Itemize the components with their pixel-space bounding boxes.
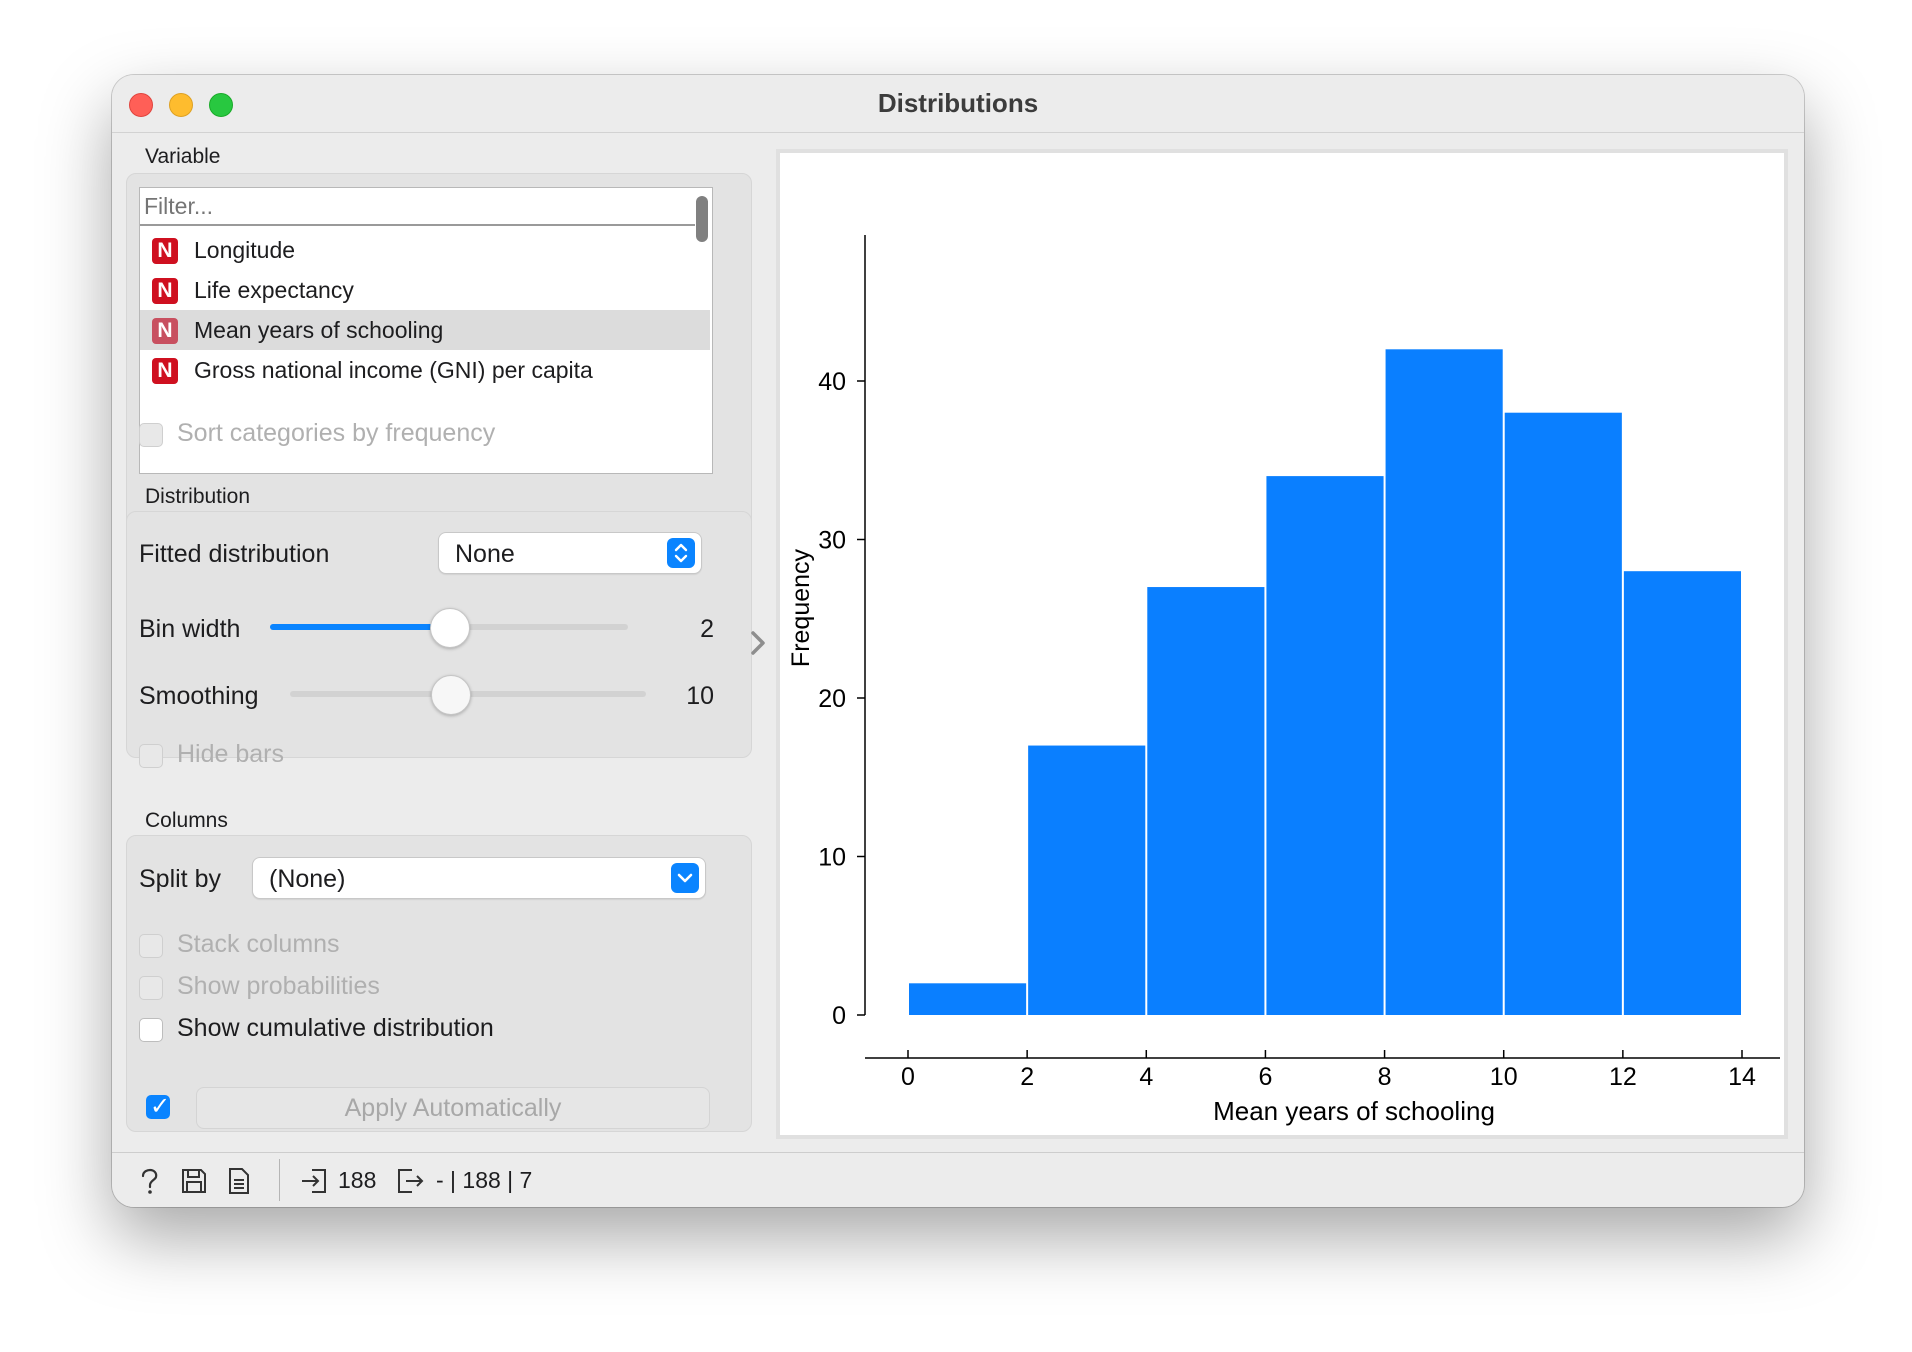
distribution-group-label: Distribution	[145, 485, 251, 508]
show-cumulative-label: Show cumulative distribution	[177, 1014, 494, 1042]
x-tick-label: 6	[1258, 1063, 1272, 1091]
x-tick-label: 10	[1490, 1063, 1518, 1091]
list-item-life-expectancy[interactable]: N Life expectancy	[140, 270, 710, 310]
y-tick-label: 20	[818, 685, 846, 713]
list-item-gni-per-capita[interactable]: N Gross national income (GNI) per capita	[140, 350, 710, 390]
hide-bars-checkbox[interactable]	[139, 744, 163, 768]
x-tick-label: 2	[1020, 1063, 1034, 1091]
output-summary: - | 188 | 7	[436, 1167, 533, 1193]
status-divider	[279, 1159, 280, 1201]
show-cumulative-checkbox[interactable]	[139, 1018, 163, 1042]
title-bar: Distributions	[112, 75, 1804, 133]
fitted-distribution-label: Fitted distribution	[139, 540, 330, 568]
stack-columns-checkbox[interactable]	[139, 934, 163, 958]
y-tick-label: 10	[818, 844, 846, 872]
split-by-select[interactable]: (None)	[252, 857, 706, 899]
columns-group-label: Columns	[145, 809, 228, 832]
sort-by-frequency-checkbox[interactable]	[139, 423, 163, 447]
y-axis-label: Frequency	[787, 548, 815, 667]
list-item-label: Life expectancy	[194, 277, 354, 303]
stack-columns-label: Stack columns	[177, 930, 340, 958]
x-tick-label: 4	[1139, 1063, 1153, 1091]
updown-arrows-icon	[667, 538, 695, 568]
bin-width-slider-fill	[270, 624, 449, 630]
show-probabilities-checkbox[interactable]	[139, 976, 163, 1000]
histogram-bar	[909, 983, 1027, 1015]
numeric-variable-icon: N	[152, 358, 178, 384]
report-icon[interactable]	[227, 1167, 251, 1195]
histogram-bar	[1504, 412, 1622, 1015]
apply-automatically-button[interactable]: Apply Automatically	[196, 1087, 710, 1129]
x-tick-label: 8	[1378, 1063, 1392, 1091]
status-bar: 188 - | 188 | 7	[112, 1152, 1804, 1207]
list-item-label: Gross national income (GNI) per capita	[194, 357, 593, 383]
histogram-bar	[1623, 571, 1741, 1015]
x-tick-label: 14	[1728, 1063, 1756, 1091]
smoothing-slider-handle[interactable]	[431, 675, 472, 715]
window-title: Distributions	[877, 88, 1039, 118]
hide-bars-label: Hide bars	[177, 740, 284, 768]
variable-box: N Longitude N Life expectancy N Mean yea…	[126, 173, 752, 535]
split-by-label: Split by	[139, 865, 221, 893]
numeric-variable-icon: N	[152, 278, 178, 304]
output-icon	[398, 1169, 424, 1193]
numeric-variable-icon: N	[152, 318, 178, 344]
split-by-value: (None)	[269, 865, 346, 893]
variable-group-label: Variable	[145, 145, 221, 168]
fitted-distribution-select[interactable]: None	[438, 532, 702, 574]
bin-width-label: Bin width	[139, 615, 241, 643]
plot-area: 0 10 20 30 40 0 2 4 6 8 10 12 14 Mean years of scho…	[776, 149, 1788, 1139]
numeric-variable-icon: N	[152, 238, 178, 264]
x-tick-label: 0	[901, 1063, 915, 1091]
x-tick-label: 12	[1609, 1063, 1637, 1091]
fitted-distribution-value: None	[455, 540, 515, 568]
show-probabilities-label: Show probabilities	[177, 972, 380, 1000]
bin-width-value: 2	[700, 615, 714, 643]
histogram-bar	[1147, 587, 1265, 1015]
sort-by-frequency-label: Sort categories by frequency	[177, 419, 496, 447]
input-icon	[302, 1169, 326, 1193]
y-tick-label: 30	[818, 527, 846, 555]
y-tick-label: 0	[832, 1002, 846, 1030]
smoothing-value: 10	[686, 682, 714, 710]
save-icon[interactable]	[180, 1167, 208, 1195]
list-item-label: Mean years of schooling	[194, 317, 444, 343]
list-item-mean-years-of-schooling[interactable]: N Mean years of schooling	[140, 310, 710, 350]
list-item-longitude[interactable]: N Longitude	[140, 230, 710, 270]
x-axis-label: Mean years of schooling	[1213, 1096, 1495, 1126]
histogram-chart: 0 10 20 30 40 0 2 4 6 8 10 12 14 Mean years of scho…	[787, 235, 1780, 1126]
input-count: 188	[338, 1167, 377, 1193]
y-tick-label: 40	[818, 368, 846, 396]
smoothing-label: Smoothing	[139, 682, 259, 710]
distribution-box: Fitted distribution None Bin width 2 Smo…	[126, 511, 752, 768]
histogram-bar	[1028, 745, 1146, 1015]
histogram-bar	[1385, 349, 1503, 1015]
help-icon[interactable]	[136, 1167, 162, 1195]
bin-width-slider-handle[interactable]	[430, 608, 470, 648]
histogram-bar	[1266, 476, 1384, 1016]
filter-input[interactable]	[140, 188, 695, 226]
distributions-window: Distributions Variable N Longitude N Lif…	[112, 75, 1804, 1207]
chevron-down-icon	[671, 863, 699, 893]
apply-automatically-checkbox[interactable]	[146, 1092, 170, 1120]
list-item-label: Longitude	[194, 237, 296, 263]
chevron-right-icon[interactable]	[743, 623, 773, 663]
